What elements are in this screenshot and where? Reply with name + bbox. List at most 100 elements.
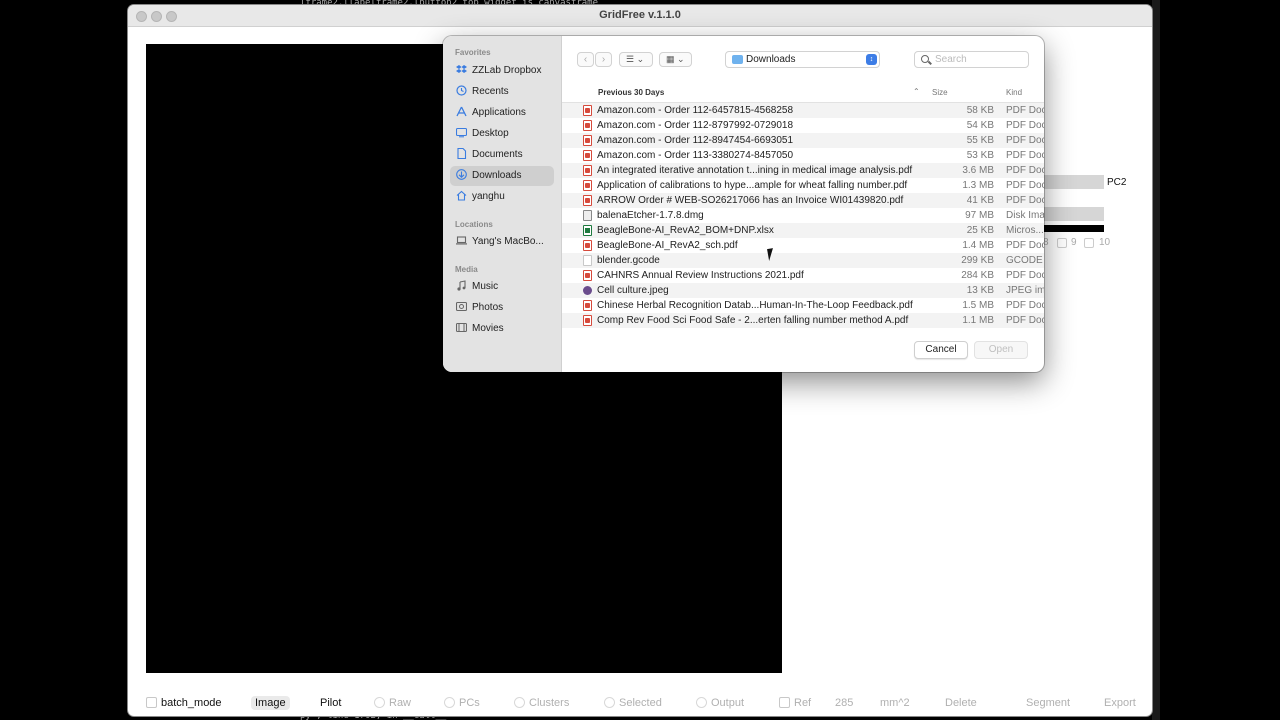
file-name: Application of calibrations to hype...am… xyxy=(597,180,908,191)
ref-value-field[interactable]: 285 xyxy=(835,697,853,709)
sort-chevron-icon[interactable]: ⌃ xyxy=(913,87,920,96)
music-icon xyxy=(456,279,467,291)
batch-mode-checkbox[interactable]: batch_mode xyxy=(146,697,222,709)
sidebar-item-label: Music xyxy=(472,281,499,292)
sidebar-item-desktop[interactable]: Desktop xyxy=(450,124,554,144)
pc2-label: PC2 xyxy=(1107,177,1127,188)
radio-icon xyxy=(604,697,615,708)
sidebar-item-macbook[interactable]: Yang's MacBo... xyxy=(450,232,554,252)
clusters-radio[interactable]: Clusters xyxy=(514,697,569,709)
file-kind: Disk Ima xyxy=(1006,210,1044,221)
list-view-button[interactable]: ☰ ⌄ xyxy=(619,52,653,67)
file-size: 1.1 MB xyxy=(962,315,994,326)
location-label: Downloads xyxy=(746,54,796,65)
selected-radio[interactable]: Selected xyxy=(604,697,662,709)
sidebar-item-documents[interactable]: Documents xyxy=(450,145,554,165)
cancel-button[interactable]: Cancel xyxy=(914,341,968,359)
file-size: 1.4 MB xyxy=(962,240,994,251)
sidebar-item-movies[interactable]: Movies xyxy=(450,319,554,339)
file-row[interactable]: ARROW Order # WEB-SO26217066 has an Invo… xyxy=(562,193,1044,208)
export-button[interactable]: Export xyxy=(1104,697,1136,709)
location-dropdown[interactable]: Downloads ↕ xyxy=(725,51,880,68)
unit-label: mm^2 xyxy=(880,697,910,709)
image-tab[interactable]: Image xyxy=(251,696,290,710)
back-button[interactable]: ‹ xyxy=(577,52,594,67)
download-icon xyxy=(456,168,467,180)
pc-weight-slider[interactable] xyxy=(1044,207,1104,221)
file-row[interactable]: An integrated iterative annotation t...i… xyxy=(562,163,1044,178)
option-10-checkbox[interactable] xyxy=(1084,238,1094,248)
file-row[interactable]: balenaEtcher-1.7.8.dmg 97 MB Disk Ima xyxy=(562,208,1044,223)
file-name: Amazon.com - Order 113-3380274-8457050 xyxy=(597,150,794,161)
pdf-file-icon xyxy=(583,150,592,161)
gcode-file-icon xyxy=(583,255,592,266)
forward-button[interactable]: › xyxy=(595,52,612,67)
title-bar[interactable]: GridFree v.1.1.0 xyxy=(128,5,1152,27)
ref-checkbox[interactable]: Ref xyxy=(779,697,811,709)
search-placeholder: Search xyxy=(935,54,967,65)
file-size: 13 KB xyxy=(966,285,994,296)
clock-icon xyxy=(456,84,467,96)
file-kind: PDF Doc xyxy=(1006,105,1044,116)
pdf-file-icon xyxy=(583,300,592,311)
search-input[interactable]: Search xyxy=(914,51,1029,68)
pdf-file-icon xyxy=(583,105,592,116)
file-row[interactable]: Amazon.com - Order 112-8947454-6693051 55… xyxy=(562,133,1044,148)
file-row[interactable]: Application of calibrations to hype...am… xyxy=(562,178,1044,193)
sidebar-item-photos[interactable]: Photos xyxy=(450,298,554,318)
radio-icon xyxy=(374,697,385,708)
sidebar-item-label: Documents xyxy=(472,149,523,160)
file-row[interactable]: blender.gcode 299 KB GCODE xyxy=(562,253,1044,268)
chevron-right-icon: › xyxy=(601,54,606,65)
pdf-file-icon xyxy=(583,120,592,131)
output-radio[interactable]: Output xyxy=(696,697,744,709)
sidebar-item-zzlab-dropbox[interactable]: ZZLab Dropbox xyxy=(450,61,554,81)
grid-view-button[interactable]: ▦ ⌄ xyxy=(659,52,692,67)
sidebar-item-recents[interactable]: Recents xyxy=(450,82,554,102)
delete-button[interactable]: Delete xyxy=(945,697,977,709)
raw-radio[interactable]: Raw xyxy=(374,697,411,709)
sidebar-item-music[interactable]: Music xyxy=(450,277,554,297)
file-row[interactable]: Cell culture.jpeg 13 KB JPEG im xyxy=(562,283,1044,298)
file-row[interactable]: Amazon.com - Order 113-3380274-8457050 53… xyxy=(562,148,1044,163)
pc1-slider-track[interactable] xyxy=(1044,175,1104,189)
segment-button[interactable]: Segment xyxy=(1026,697,1070,709)
open-file-dialog: Favorites ZZLab Dropbox Recents Applicat… xyxy=(443,36,1044,372)
kind-column-header[interactable]: Kind xyxy=(1006,88,1022,97)
file-row[interactable]: Amazon.com - Order 112-6457815-4568258 58… xyxy=(562,103,1044,118)
file-name: Amazon.com - Order 112-8947454-6693051 xyxy=(597,135,794,146)
file-name: blender.gcode xyxy=(597,255,660,266)
bottom-toolbar: batch_mode Image Pilot Raw PCs Clusters … xyxy=(128,694,1152,716)
group-header: Previous 30 Days xyxy=(598,88,665,97)
photos-icon xyxy=(455,300,468,312)
color-bar xyxy=(1044,225,1104,232)
file-name: CAHNRS Annual Review Instructions 2021.p… xyxy=(597,270,804,281)
file-row[interactable]: CAHNRS Annual Review Instructions 2021.p… xyxy=(562,268,1044,283)
pdf-file-icon xyxy=(583,165,592,176)
file-row[interactable]: BeagleBone-AI_RevA2_BOM+DNP.xlsx 25 KB Mic… xyxy=(562,223,1044,238)
sidebar-item-applications[interactable]: Applications xyxy=(450,103,554,123)
file-size: 1.5 MB xyxy=(962,300,994,311)
pdf-file-icon xyxy=(583,270,592,281)
sidebar-item-yanghu[interactable]: yanghu xyxy=(450,187,554,207)
pcs-radio[interactable]: PCs xyxy=(444,697,480,709)
pilot-tab[interactable]: Pilot xyxy=(320,697,341,709)
sidebar-item-label: Movies xyxy=(472,323,504,334)
sidebar-item-label: Downloads xyxy=(472,170,522,181)
file-name: BeagleBone-AI_RevA2_sch.pdf xyxy=(597,240,738,251)
file-row[interactable]: Comp Rev Food Sci Food Safe - 2...erten … xyxy=(562,313,1044,328)
file-kind: PDF Doc xyxy=(1006,120,1044,131)
option-9-checkbox[interactable] xyxy=(1057,238,1067,248)
file-list[interactable]: Amazon.com - Order 112-6457815-4568258 58… xyxy=(562,101,1044,329)
file-kind: Micros... xyxy=(1006,225,1044,236)
file-row[interactable]: Amazon.com - Order 112-8797992-0729018 54… xyxy=(562,118,1044,133)
file-size: 53 KB xyxy=(966,150,994,161)
file-size: 1.3 MB xyxy=(962,180,994,191)
file-size: 55 KB xyxy=(966,135,994,146)
open-button[interactable]: Open xyxy=(974,341,1028,359)
file-row[interactable]: Chinese Herbal Recognition Datab...Human… xyxy=(562,298,1044,313)
size-column-header[interactable]: Size xyxy=(932,88,948,97)
file-row[interactable]: BeagleBone-AI_RevA2_sch.pdf 1.4 MB PDF Doc xyxy=(562,238,1044,253)
sidebar-item-downloads[interactable]: Downloads xyxy=(450,166,554,186)
applications-icon xyxy=(456,105,467,117)
